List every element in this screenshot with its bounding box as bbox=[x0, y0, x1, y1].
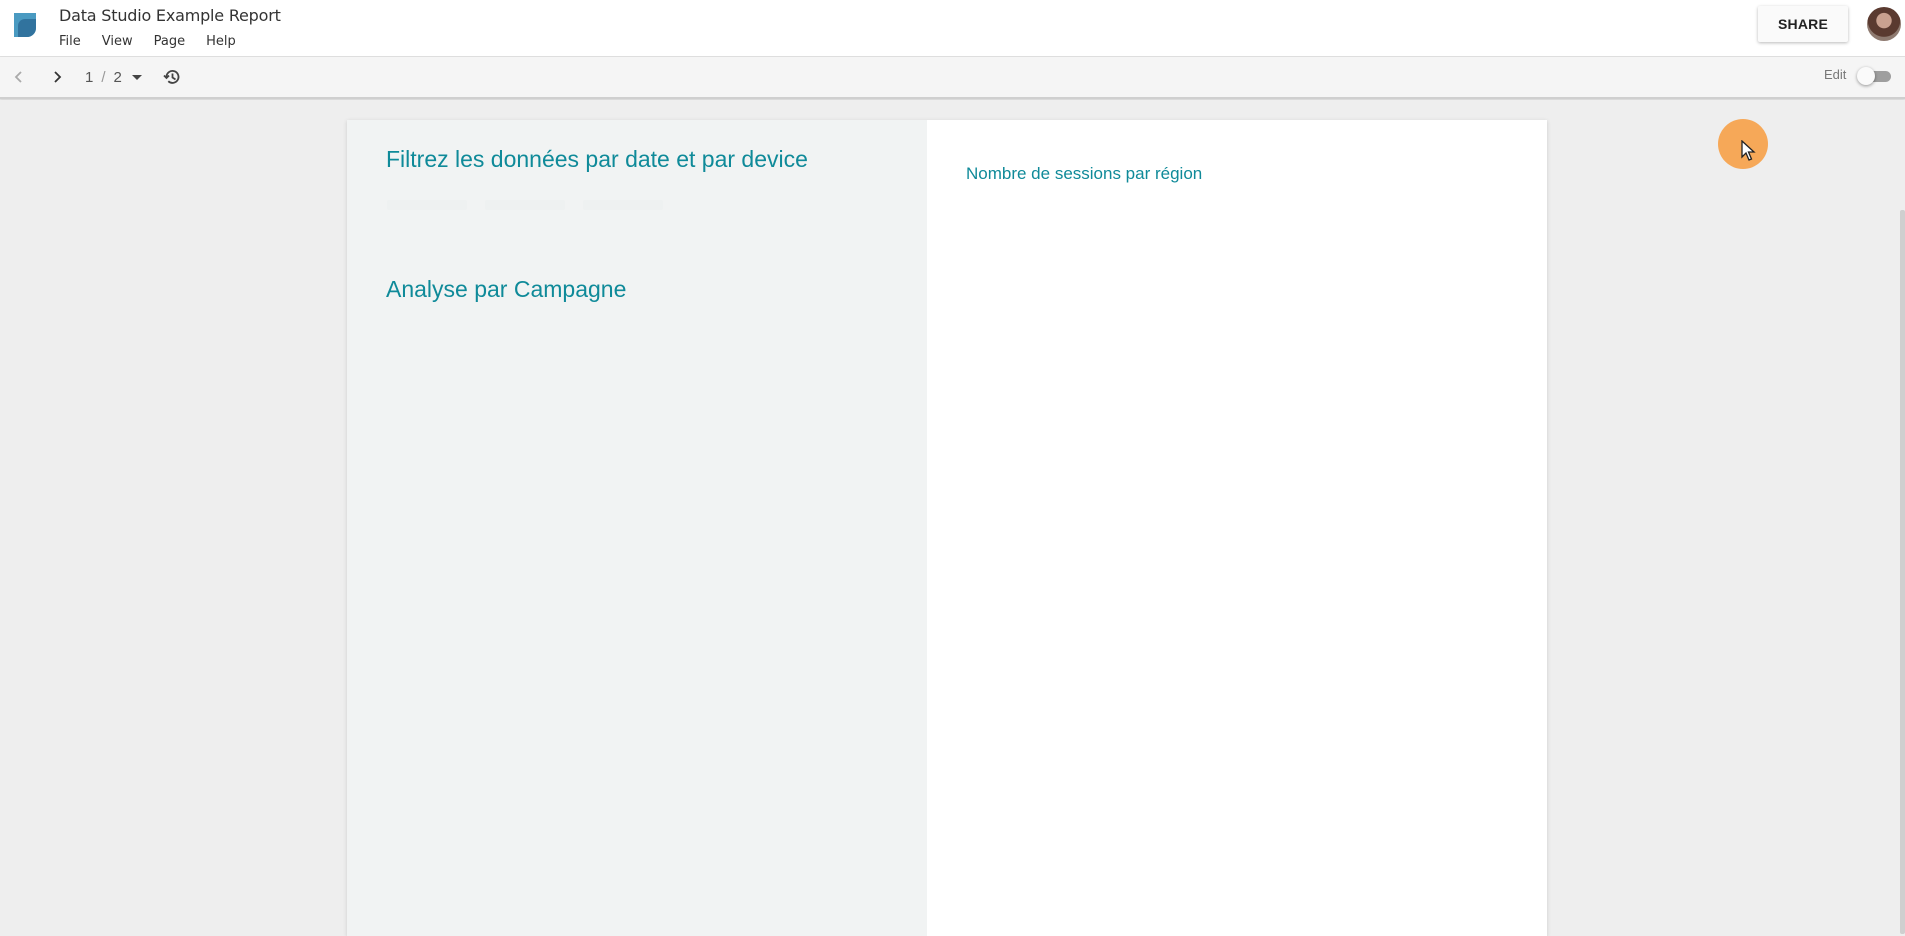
filter-controls bbox=[387, 200, 767, 220]
menu-view[interactable]: View bbox=[102, 34, 133, 49]
caret-down-icon[interactable] bbox=[131, 75, 142, 80]
report-page: Filtrez les données par date et par devi… bbox=[347, 120, 1547, 936]
mouse-cursor-icon bbox=[1741, 139, 1757, 162]
campaign-heading: Analyse par Campagne bbox=[386, 276, 627, 302]
total-pages: 2 bbox=[113, 69, 122, 86]
filter-placeholder[interactable] bbox=[583, 200, 663, 210]
app-header: Data Studio Example Report File View Pag… bbox=[0, 0, 1905, 57]
chevron-left-icon[interactable] bbox=[9, 67, 29, 87]
report-toolbar: 1 / 2 Edit bbox=[0, 57, 1905, 99]
menu-bar: File View Page Help bbox=[59, 34, 257, 49]
filter-panel: Filtrez les données par date et par devi… bbox=[347, 120, 927, 936]
filter-heading: Filtrez les données par date et par devi… bbox=[386, 146, 808, 172]
menu-help[interactable]: Help bbox=[206, 34, 236, 49]
report-canvas: Filtrez les données par date et par devi… bbox=[0, 100, 1905, 936]
data-studio-logo-icon[interactable] bbox=[12, 11, 40, 38]
current-page: 1 bbox=[85, 69, 94, 86]
chevron-right-icon[interactable] bbox=[47, 67, 67, 87]
share-button[interactable]: SHARE bbox=[1758, 6, 1848, 42]
menu-file[interactable]: File bbox=[59, 34, 81, 49]
page-indicator: 1 / 2 bbox=[85, 69, 142, 86]
date-filter-placeholder[interactable] bbox=[387, 200, 467, 210]
report-title[interactable]: Data Studio Example Report bbox=[59, 6, 281, 25]
page-separator: / bbox=[101, 69, 106, 86]
edit-label: Edit bbox=[1824, 67, 1847, 82]
device-filter-placeholder[interactable] bbox=[485, 200, 565, 210]
menu-page[interactable]: Page bbox=[154, 34, 185, 49]
toggle-knob bbox=[1857, 67, 1875, 85]
chart-title: Nombre de sessions par région bbox=[966, 164, 1203, 183]
history-icon[interactable] bbox=[162, 67, 182, 87]
user-avatar[interactable] bbox=[1867, 7, 1901, 41]
edit-toggle[interactable] bbox=[1857, 67, 1891, 85]
scrollbar[interactable] bbox=[1900, 210, 1905, 934]
